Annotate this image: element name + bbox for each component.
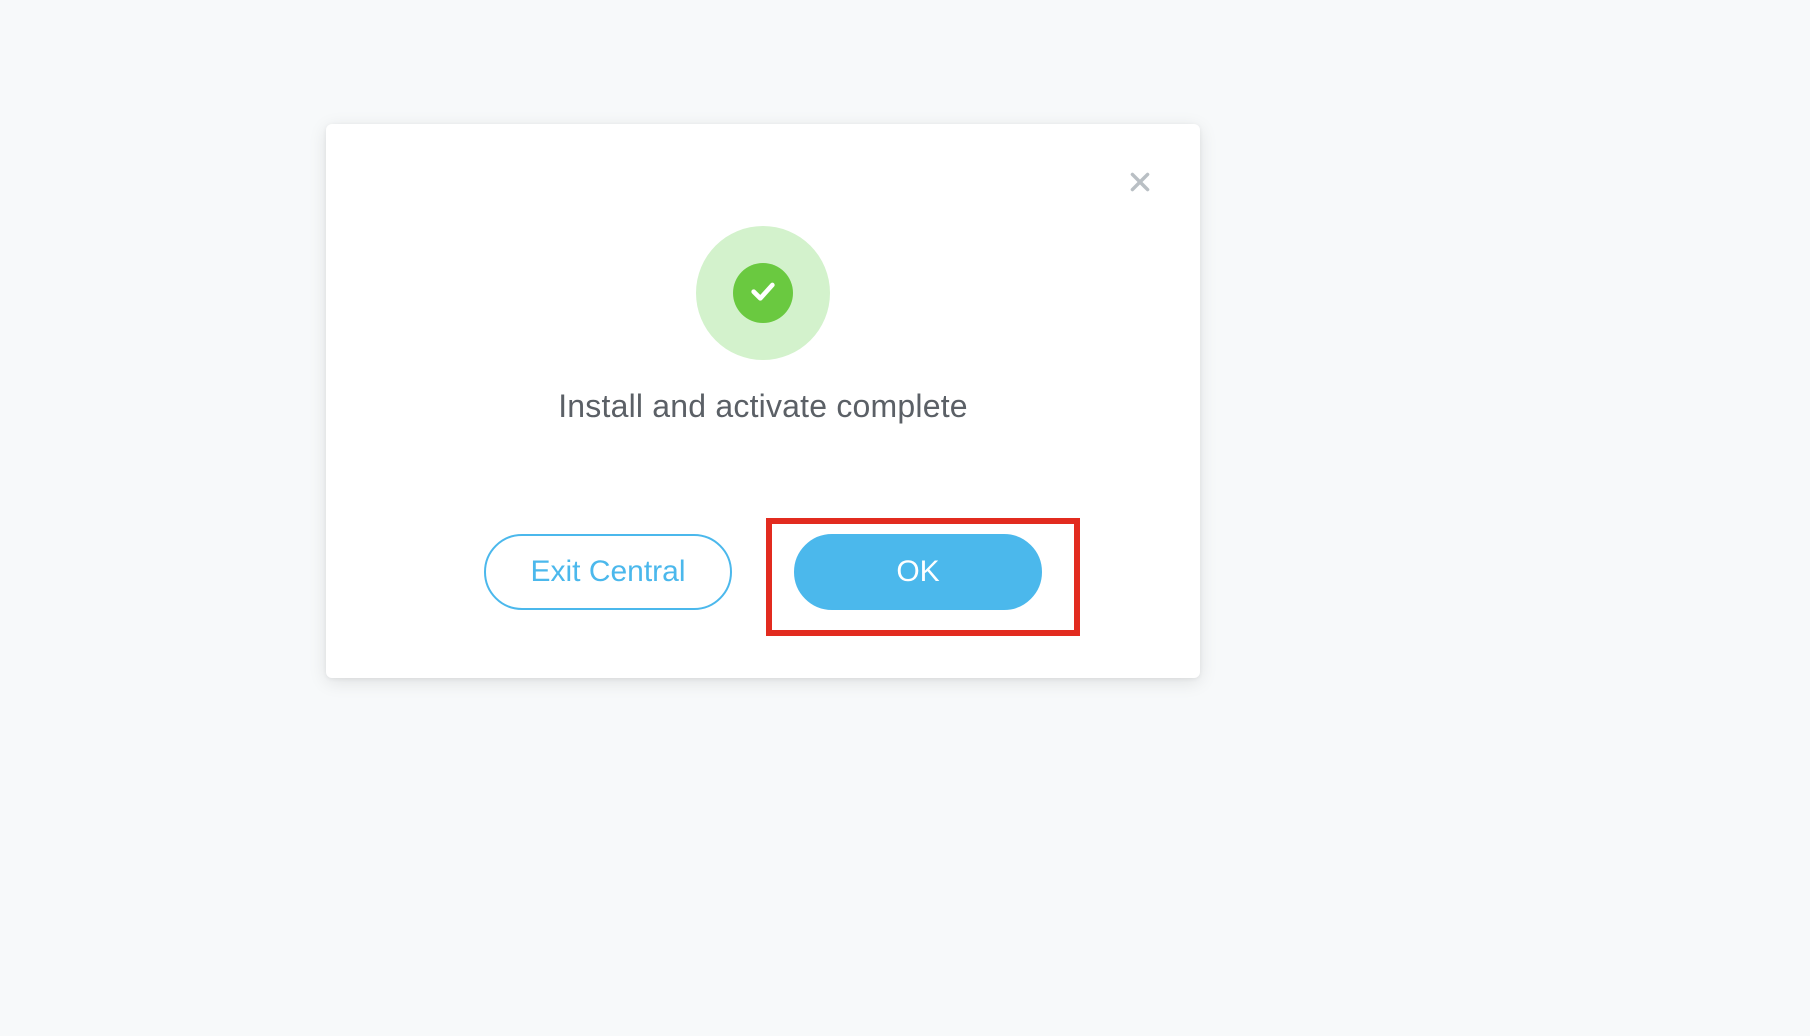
checkmark-icon	[747, 275, 779, 312]
exit-central-label: Exit Central	[530, 555, 685, 589]
ok-label: OK	[896, 555, 939, 589]
success-badge	[696, 226, 830, 360]
success-badge-inner	[733, 263, 793, 323]
dialog-message: Install and activate complete	[326, 388, 1200, 425]
completion-dialog: Install and activate complete Exit Centr…	[326, 124, 1200, 678]
close-icon	[1127, 169, 1153, 200]
exit-central-button[interactable]: Exit Central	[484, 534, 732, 610]
ok-button[interactable]: OK	[794, 534, 1042, 610]
dialog-button-row: Exit Central OK	[326, 534, 1200, 610]
close-button[interactable]	[1122, 166, 1158, 202]
